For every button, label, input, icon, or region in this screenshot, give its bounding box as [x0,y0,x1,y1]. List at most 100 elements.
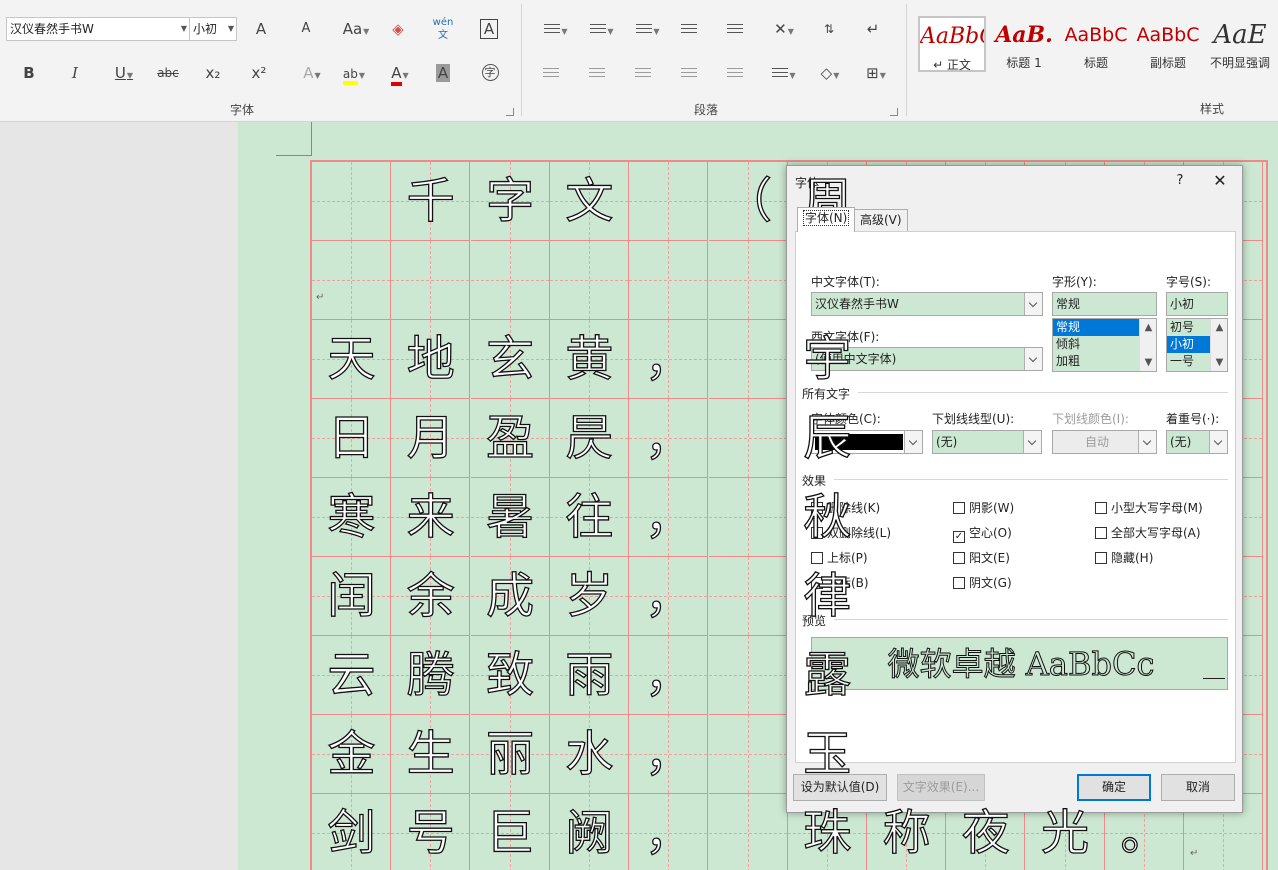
dialog-launcher-icon[interactable] [506,108,514,116]
style-subtitle[interactable]: AaBbC 副标题 [1134,16,1202,72]
font-style-input[interactable]: 常规 [1052,292,1157,316]
checkbox-icon[interactable] [1095,527,1107,539]
align-left-button[interactable] [538,60,564,86]
hollow-character[interactable]: ， [629,794,708,870]
hollow-character[interactable]: ， [629,715,708,794]
chinese-font-select[interactable]: 汉仪春然手书W [811,292,1043,316]
checkbox-icon[interactable] [1095,552,1107,564]
hollow-character[interactable]: 阙 [550,794,629,870]
hollow-character[interactable]: 玄 [471,320,550,399]
text-effect-button[interactable]: A▼ [296,60,328,86]
bold-button[interactable]: B [16,60,42,86]
hollow-character[interactable]: 生 [391,715,470,794]
increase-indent-button[interactable] [722,16,748,42]
grid-cell[interactable] [312,241,391,320]
hollow-character[interactable]: ， [629,478,708,557]
hollow-character[interactable]: 天 [312,320,391,399]
grid-cell[interactable] [708,399,788,478]
checkbox-icon[interactable] [1095,502,1107,514]
effect-checkbox[interactable]: 全部大写字母(A) [1095,525,1201,541]
multilevel-list-button[interactable]: ▼ [630,16,666,42]
hollow-character[interactable]: ， [629,557,708,636]
justify-button[interactable] [676,60,702,86]
chevron-down-icon[interactable]: ▼ [1211,354,1227,371]
hollow-character[interactable]: 腾 [391,636,470,715]
list-item[interactable]: 小初 [1167,336,1210,353]
hollow-character[interactable]: 余 [391,557,470,636]
grid-cell[interactable] [708,715,788,794]
hollow-character[interactable]: 玉 [788,715,867,794]
hollow-character[interactable]: 云 [312,636,391,715]
underline-color-select[interactable]: 自动 [1052,430,1157,454]
grid-cell[interactable] [708,320,788,399]
font-size-list[interactable]: 初号 小初 一号 ▲ ▼ [1166,318,1228,372]
hollow-character[interactable]: 夜 [946,794,1025,870]
grid-cell[interactable] [549,241,629,320]
underline-style-select[interactable]: (无) [932,430,1042,454]
sort-button[interactable]: ⇅ [816,16,842,42]
grid-cell[interactable] [708,241,788,320]
grid-cell[interactable] [391,241,471,320]
underline-button[interactable]: U▼ [106,60,142,86]
show-marks-button[interactable]: ↵ [860,16,886,42]
effect-checkbox[interactable]: 阳文(E) [953,550,1010,566]
grid-cell[interactable] [629,241,709,320]
hollow-character[interactable]: 水 [550,715,629,794]
hollow-character[interactable]: 寒 [312,478,391,557]
grow-font-button[interactable]: A [248,16,274,42]
chinese-layout-button[interactable]: ✕▼ [768,16,800,42]
effect-checkbox[interactable]: 阴影(W) [953,500,1014,516]
hollow-character[interactable]: 辰 [788,399,867,478]
shrink-font-button[interactable]: A [293,16,319,42]
font-size-input[interactable]: 小初 [1166,292,1228,316]
italic-button[interactable]: I [62,60,88,86]
hollow-character[interactable]: 日 [312,399,391,478]
checkbox-checked-icon[interactable]: ✓ [953,531,965,543]
style-heading-1[interactable]: AaB. 标题 1 [990,16,1058,72]
shading-button[interactable]: ◇▼ [814,60,846,86]
hollow-character[interactable]: 盈 [471,399,550,478]
scrollbar[interactable]: ▲ ▼ [1139,319,1156,371]
tab-font[interactable]: 字体(N) [797,207,856,232]
hollow-character[interactable]: ， [629,399,708,478]
hollow-character[interactable]: 地 [391,320,470,399]
chevron-up-icon[interactable]: ▲ [1211,319,1227,336]
style-normal[interactable]: AaBbC ↵ 正文 [918,16,986,72]
font-style-list[interactable]: 常规 倾斜 加粗 ▲ ▼ [1052,318,1157,372]
grid-cell[interactable] [629,162,709,241]
font-name-combo[interactable]: 汉仪春然手书W ▼ [6,17,190,41]
close-icon[interactable]: ✕ [1207,168,1233,194]
highlight-button[interactable]: ab▼ [336,60,372,86]
effect-checkbox[interactable]: 小型大写字母(M) [1095,500,1203,516]
hollow-character[interactable]: 剑 [312,794,391,870]
font-size-combo[interactable]: 小初 ▼ [189,17,237,41]
grid-cell[interactable] [708,794,788,870]
hollow-character[interactable]: 称 [867,794,946,870]
checkbox-icon[interactable] [953,552,965,564]
clear-format-button[interactable]: ◈ [385,16,411,42]
hollow-character[interactable]: 千 [391,162,470,241]
grid-cell[interactable] [708,557,788,636]
effect-checkbox[interactable]: 阴文(G) [953,575,1012,591]
font-color-button[interactable]: A▼ [382,60,418,86]
subscript-button[interactable]: x₂ [200,60,226,86]
hollow-character[interactable]: 文 [550,162,629,241]
char-border-button[interactable]: A [476,16,502,42]
borders-button[interactable]: ⊞▼ [860,60,892,86]
checkbox-icon[interactable] [953,502,965,514]
hollow-character[interactable]: 珠 [788,794,867,870]
effect-checkbox[interactable]: ✓ 空心(O) [953,525,1012,543]
checkbox-icon[interactable] [953,577,965,589]
hollow-character[interactable]: 字 [471,162,550,241]
hollow-character[interactable]: 丽 [471,715,550,794]
char-shading-button[interactable]: A [430,60,456,86]
hollow-character[interactable]: 岁 [550,557,629,636]
hollow-character[interactable]: 闰 [312,557,391,636]
hollow-character[interactable]: 秋 [788,478,867,557]
hollow-character[interactable]: 成 [471,557,550,636]
scrollbar[interactable]: ▲ ▼ [1210,319,1227,371]
hollow-character[interactable]: ， [629,320,708,399]
emphasis-mark-select[interactable]: (无) [1166,430,1228,454]
grid-cell[interactable] [470,241,550,320]
hollow-character[interactable]: 昃 [550,399,629,478]
